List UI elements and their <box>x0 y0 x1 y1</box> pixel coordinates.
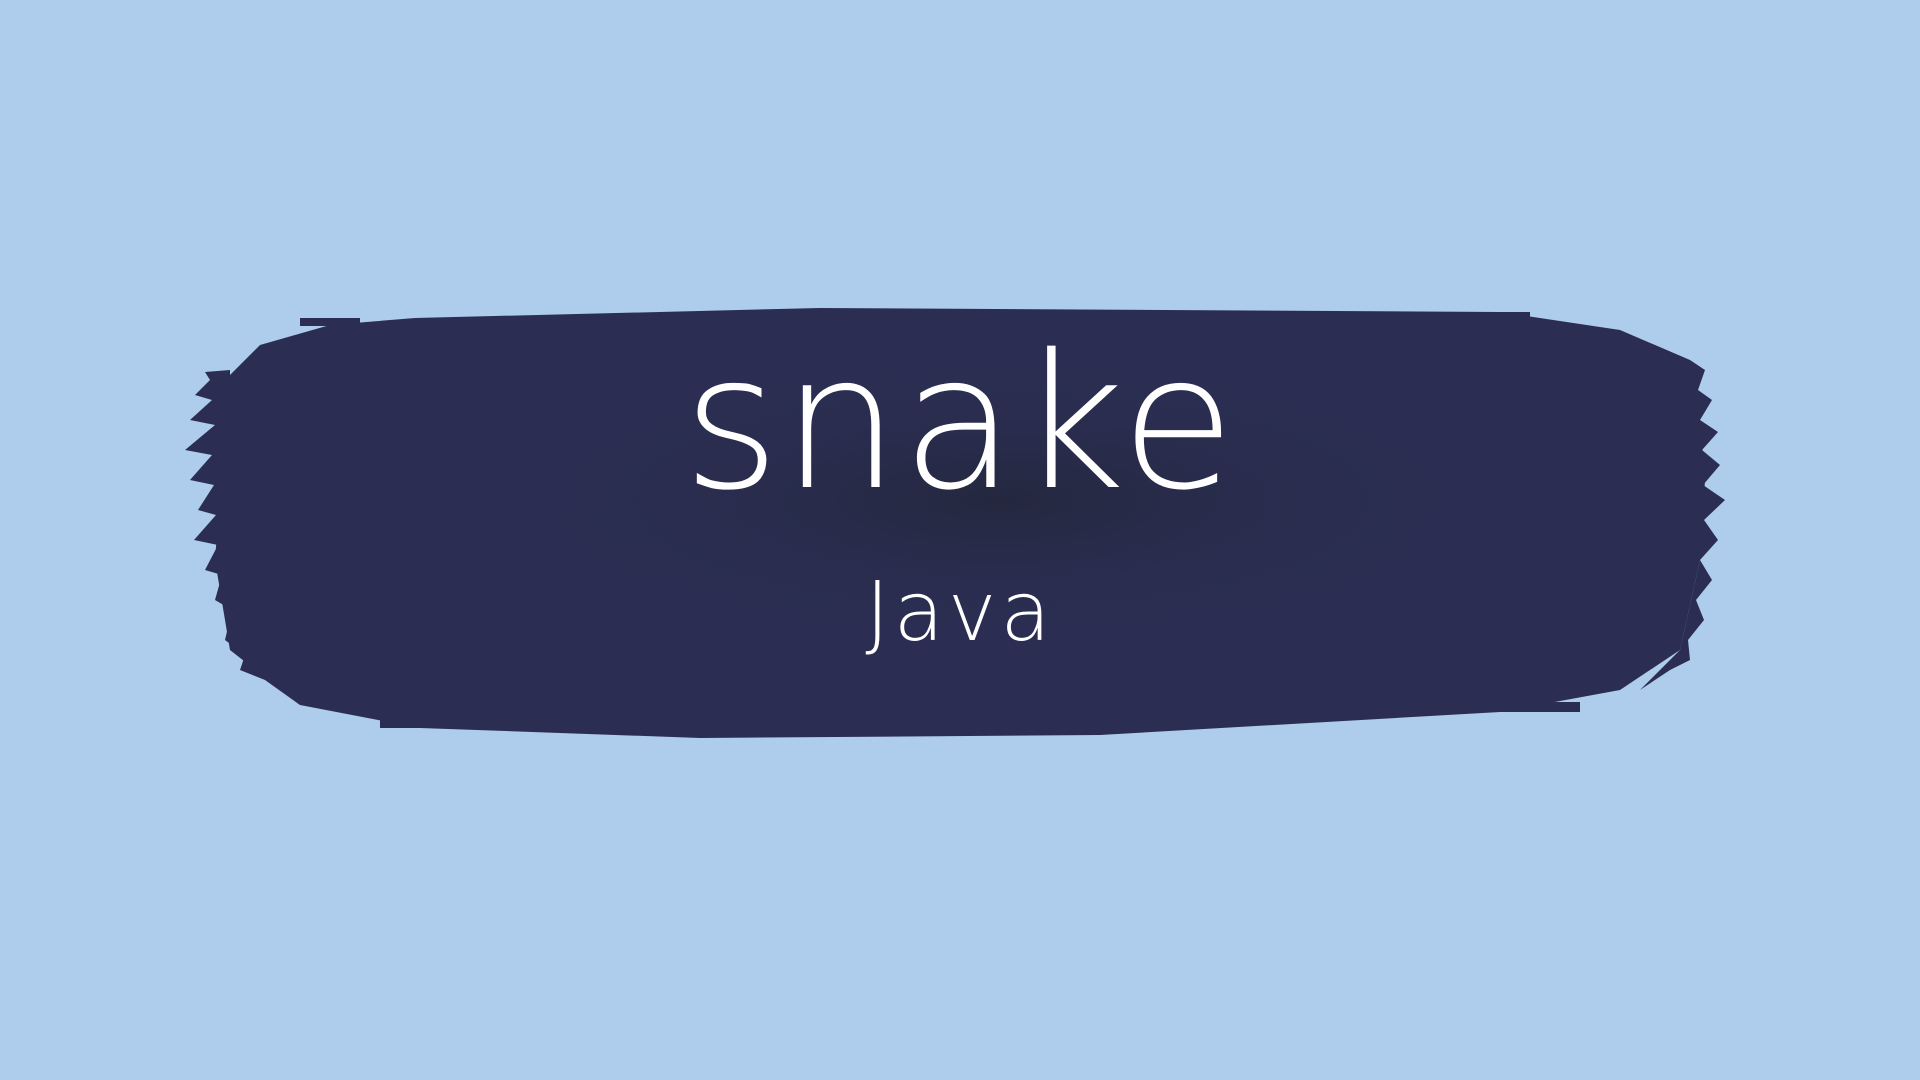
title: snake <box>682 314 1238 531</box>
subtitle: Java <box>865 565 1055 660</box>
brush-stroke-banner <box>185 308 1725 738</box>
title-card: snake Java <box>0 0 1920 1080</box>
